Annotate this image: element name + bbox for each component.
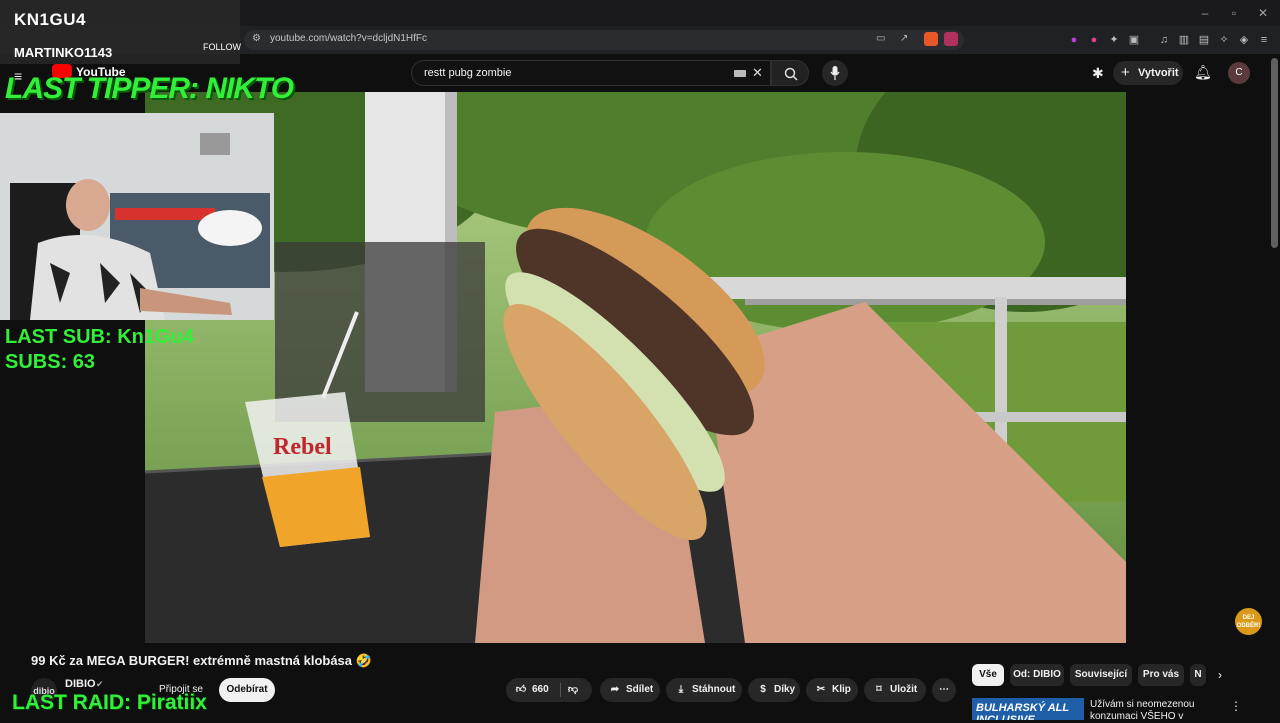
microphone-icon bbox=[830, 66, 840, 80]
recommendation-title[interactable]: Užívám si neomezenou konzumaci VŠEHO v bbox=[1090, 699, 1230, 723]
ai-sparkle-icon[interactable]: ✱ bbox=[1092, 65, 1104, 82]
download-icon: ⤓ bbox=[678, 684, 684, 695]
clip-label: Klip bbox=[832, 684, 851, 695]
page-scrollbar[interactable] bbox=[1271, 58, 1278, 248]
extension-icon[interactable]: ● bbox=[1088, 34, 1100, 46]
last-raid-text: LAST RAID: Piratiix bbox=[12, 691, 207, 714]
last-sub-text: LAST SUB: Kn1Gu4 bbox=[5, 326, 194, 348]
more-actions-button[interactable]: ⋯ bbox=[932, 678, 956, 702]
share-icon: ➦ bbox=[610, 684, 620, 695]
create-label: Vytvořit bbox=[1138, 67, 1179, 79]
chip-more[interactable]: N bbox=[1190, 664, 1206, 686]
close-window-icon[interactable]: ✕ bbox=[1256, 6, 1270, 20]
thanks-label: Díky bbox=[774, 684, 796, 695]
cup-brand-text: Rebel bbox=[273, 434, 332, 460]
thumbnail-text: BULHARSKÝ ALL INCLUSIVE bbox=[976, 702, 1069, 720]
maximize-icon[interactable]: ▫ bbox=[1227, 6, 1241, 20]
scissors-icon: ✂ bbox=[816, 684, 826, 695]
chip-for-you[interactable]: Pro vás bbox=[1138, 664, 1184, 686]
voice-search-button[interactable] bbox=[822, 60, 848, 86]
search-input[interactable]: restt pubg zombie ✕ bbox=[411, 60, 771, 86]
thumbs-up-icon: 👍︎ bbox=[515, 684, 527, 695]
address-bar[interactable]: ⚙ youtube.com/watch?v=dcljdN1HfFc ▭ ↗ bbox=[244, 30, 964, 50]
like-dislike-group: 👍︎ 660 👎︎ bbox=[506, 678, 592, 702]
chip-from-channel[interactable]: Od: DIBIO bbox=[1010, 664, 1064, 686]
search-button[interactable] bbox=[771, 60, 809, 86]
save-label: Uložit bbox=[890, 684, 918, 695]
thumbs-down-icon: 👎︎ bbox=[567, 684, 579, 695]
media-icon[interactable]: ♫ bbox=[1158, 34, 1170, 46]
create-button[interactable]: + Vytvořit bbox=[1113, 61, 1183, 85]
video-frame: Rebel bbox=[145, 92, 1126, 643]
dislike-button[interactable]: 👎︎ bbox=[566, 678, 584, 702]
notifications-bell-icon[interactable]: 🔔︎ bbox=[1194, 64, 1212, 81]
clear-search-icon[interactable]: ✕ bbox=[752, 65, 763, 81]
download-label: Stáhnout bbox=[692, 684, 736, 695]
clip-button[interactable]: ✂ Klip bbox=[806, 678, 858, 702]
chip-all[interactable]: Vše bbox=[972, 664, 1004, 686]
channel-name[interactable]: DIBIO bbox=[65, 678, 96, 690]
plus-icon: + bbox=[1121, 64, 1130, 81]
cast-icon[interactable]: ▭ bbox=[876, 33, 885, 44]
save-button[interactable]: ⌑ Uložit bbox=[864, 678, 926, 702]
like-button[interactable]: 👍︎ 660 bbox=[514, 678, 549, 702]
thanks-icon: $ bbox=[760, 684, 766, 695]
more-vert-icon[interactable]: ⋮ bbox=[1230, 699, 1242, 713]
menu-icon[interactable]: ≡ bbox=[1258, 34, 1270, 46]
keyboard-icon[interactable] bbox=[734, 70, 746, 77]
wallet-icon[interactable]: ▤ bbox=[1198, 34, 1210, 46]
thanks-button[interactable]: $ Díky bbox=[748, 678, 800, 702]
minimize-icon[interactable]: – bbox=[1198, 6, 1212, 20]
puzzle-icon[interactable]: ✦ bbox=[1108, 34, 1120, 46]
verified-icon: ✔ bbox=[96, 679, 104, 689]
extension-icon[interactable]: ▣ bbox=[1128, 34, 1140, 46]
bookmark-icon: ⌑ bbox=[876, 684, 882, 695]
follow-label: FOLLOW bbox=[203, 42, 242, 52]
extension-icon[interactable]: ● bbox=[1068, 34, 1080, 46]
search-input-value: restt pubg zombie bbox=[424, 67, 512, 79]
like-count: 660 bbox=[532, 684, 549, 695]
chevron-right-icon[interactable]: › bbox=[1218, 668, 1222, 682]
more-icon: ⋯ bbox=[939, 684, 949, 695]
stream-overlay-panel: KN1GU4 MARTINKO1143 FOLLOW bbox=[0, 0, 242, 64]
share-label: Sdílet bbox=[626, 684, 654, 695]
streamer-name: KN1GU4 bbox=[14, 10, 86, 29]
leo-icon[interactable]: ✧ bbox=[1218, 34, 1230, 46]
share-button[interactable]: ➦ Sdílet bbox=[600, 678, 660, 702]
last-tipper-text: LAST TIPPER: NIKTO bbox=[5, 72, 294, 105]
site-settings-icon[interactable]: ⚙ bbox=[252, 33, 261, 44]
search-icon bbox=[784, 67, 798, 81]
vpn-icon[interactable]: ◈ bbox=[1238, 34, 1250, 46]
share-page-icon[interactable]: ↗ bbox=[900, 33, 908, 44]
video-title: 99 Kč za MEGA BURGER! extrémně mastná kl… bbox=[31, 653, 372, 668]
chip-related[interactable]: Související bbox=[1070, 664, 1132, 686]
divider bbox=[560, 683, 561, 697]
download-button[interactable]: ⤓ Stáhnout bbox=[666, 678, 742, 702]
brave-shield-icon[interactable] bbox=[924, 32, 938, 46]
right-column bbox=[1126, 92, 1280, 643]
url-text: youtube.com/watch?v=dcljdN1HfFc bbox=[270, 33, 428, 44]
latest-follower: MARTINKO1143 bbox=[14, 45, 113, 60]
webcam-feed bbox=[0, 113, 274, 320]
video-player[interactable]: Rebel bbox=[145, 92, 1126, 643]
subs-count-text: SUBS: 63 bbox=[5, 351, 96, 373]
webcam-image bbox=[0, 113, 274, 320]
sidebar-icon[interactable]: ▥ bbox=[1178, 34, 1190, 46]
account-avatar[interactable]: C bbox=[1228, 62, 1250, 84]
subscribe-badge: DEJ ODBĚR! bbox=[1235, 608, 1262, 635]
brave-rewards-icon[interactable] bbox=[944, 32, 958, 46]
subscribe-button[interactable]: Odebírat bbox=[219, 678, 275, 702]
recommendation-thumbnail[interactable]: BULHARSKÝ ALL INCLUSIVE bbox=[972, 698, 1084, 720]
